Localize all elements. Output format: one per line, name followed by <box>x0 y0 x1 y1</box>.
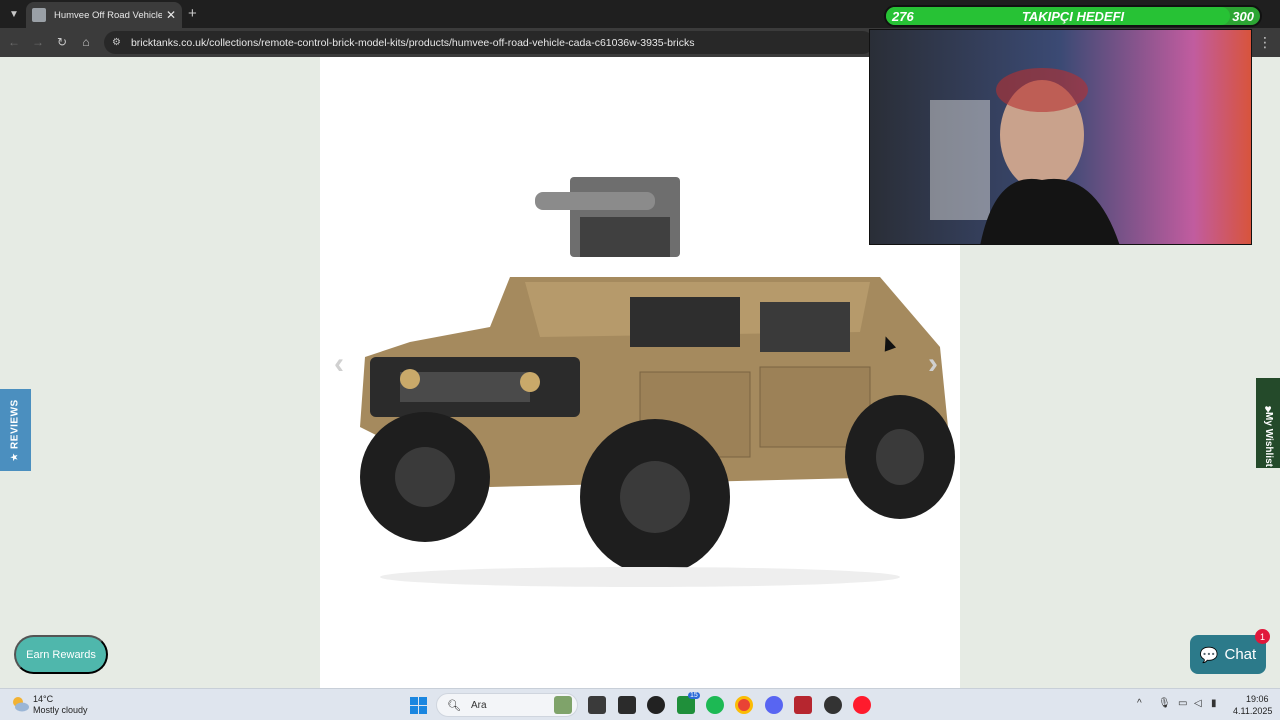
reviews-tab[interactable]: ★ REVIEWS <box>0 389 31 471</box>
back-icon[interactable]: ← <box>6 34 22 50</box>
close-tab-icon[interactable]: ✕ <box>166 8 176 22</box>
reload-icon[interactable]: ↻ <box>54 34 70 50</box>
opera-icon[interactable] <box>853 696 871 714</box>
gallery-prev-arrow-icon[interactable]: ‹ <box>334 347 344 381</box>
windows-taskbar: 14°C Mostly cloudy 🔍︎ Ara 15 ^ 🎙︎ ▭ ◁ ▮ … <box>0 688 1280 720</box>
discord-icon[interactable] <box>765 696 783 714</box>
home-icon[interactable]: ⌂ <box>78 34 94 50</box>
wishlist-tab[interactable]: ♥ My Wishlist <box>1256 378 1280 468</box>
file-explorer-icon[interactable] <box>618 696 636 714</box>
follower-goal-bar: 276 TAKIPÇI HEDEFI 300 <box>884 5 1262 27</box>
volume-icon[interactable]: ◁ <box>1194 698 1202 709</box>
chrome-icon[interactable] <box>735 696 753 714</box>
spotify-icon[interactable] <box>706 696 724 714</box>
goal-current-count: 276 <box>892 8 914 24</box>
gallery-next-arrow-icon[interactable]: › <box>928 347 938 381</box>
goal-target-count: 300 <box>1232 8 1254 24</box>
product-image[interactable] <box>340 157 960 587</box>
address-bar[interactable]: ⚙ bricktanks.co.uk/collections/remote-co… <box>104 31 874 54</box>
obs-icon[interactable] <box>824 696 842 714</box>
streaming-app-icon[interactable] <box>794 696 812 714</box>
chat-notification-badge: 1 <box>1255 629 1270 644</box>
network-icon[interactable]: ▭ <box>1178 698 1187 709</box>
browser-menu-icon[interactable]: ⋮ <box>1258 34 1272 51</box>
tab-title: Humvee Off Road Vehicle RC b <box>54 9 162 21</box>
product-gallery: ‹ › <box>320 57 960 688</box>
show-hidden-icons-icon[interactable]: ^ <box>1137 698 1142 709</box>
url-text[interactable]: bricktanks.co.uk/collections/remote-cont… <box>131 37 695 49</box>
site-info-icon[interactable]: ⚙ <box>112 37 121 48</box>
webcam-overlay <box>869 29 1252 245</box>
chatgpt-icon[interactable] <box>647 696 665 714</box>
search-icon: 🔍︎ <box>447 699 461 712</box>
battery-icon[interactable]: ▮ <box>1211 698 1217 709</box>
weather-temperature: 14°C <box>33 694 54 704</box>
windows-start-icon[interactable] <box>410 697 427 714</box>
excel-badge: 15 <box>688 692 700 699</box>
clock-time[interactable]: 19:06 <box>1246 694 1269 704</box>
search-placeholder: Ara <box>470 699 487 711</box>
weather-description: Mostly cloudy <box>33 705 88 715</box>
goal-title: TAKIPÇI HEDEFI <box>1021 8 1125 24</box>
new-tab-icon[interactable]: + <box>188 5 197 22</box>
clock-date[interactable]: 4.11.2025 <box>1233 706 1272 716</box>
earn-rewards-button[interactable]: Earn Rewards <box>14 635 108 674</box>
site-favicon-icon <box>32 8 46 22</box>
tab-search-icon[interactable]: ▼ <box>4 4 24 24</box>
webcam-feed <box>930 68 1120 244</box>
reviews-tab-label: ★ REVIEWS <box>10 398 21 462</box>
chat-bubble-icon: 💬 <box>1199 646 1219 664</box>
chat-button-label: Chat <box>1224 646 1257 663</box>
microphone-icon[interactable]: 🎙︎ <box>1158 698 1171 709</box>
forward-icon[interactable]: → <box>30 34 46 50</box>
cloudy-weather-icon[interactable] <box>10 695 30 713</box>
browser-tab[interactable]: Humvee Off Road Vehicle RC b ✕ <box>26 2 182 28</box>
wishlist-tab-label: My Wishlist <box>1262 411 1274 467</box>
chat-button[interactable]: 💬 Chat <box>1190 635 1266 674</box>
search-highlight-icon[interactable] <box>554 696 572 714</box>
task-view-icon[interactable] <box>588 696 606 714</box>
